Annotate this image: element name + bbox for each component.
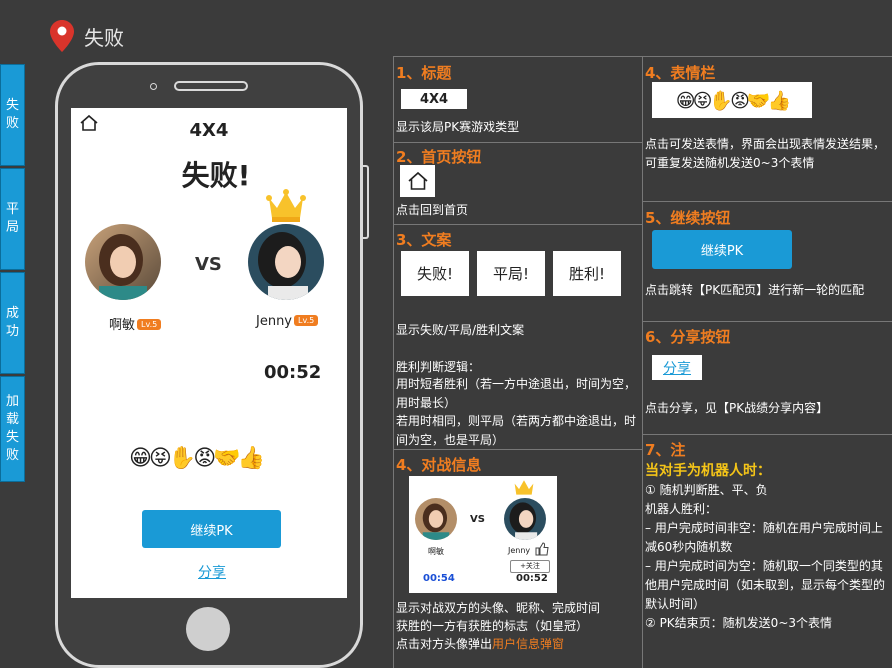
tab-load-fail[interactable]: 加载失败 xyxy=(0,376,25,482)
note7-line: 机器人胜利： xyxy=(645,502,718,516)
player2-avatar[interactable] xyxy=(248,224,324,300)
grid-line xyxy=(642,434,892,435)
phone-side-button xyxy=(362,165,369,239)
grid-line xyxy=(393,56,892,57)
note7-line: – 用户完成时间非空：随机在用户完成时间上减60秒内随机数 xyxy=(645,521,883,554)
note3-logic-rule1: 用时短者胜利（若一方中途退出，时间为空，用时最长） xyxy=(396,377,637,410)
vs-label: VS xyxy=(195,254,222,275)
note3-desc: 显示失败/平局/胜利文案 xyxy=(396,323,525,337)
note4-battle-thumbnail: VS 啊敏 Jenny +关注 00:54 00:52 xyxy=(409,476,557,593)
grid-line xyxy=(642,201,892,202)
note6-title: 6、分享按钮 xyxy=(645,328,731,346)
tab-draw[interactable]: 平局 xyxy=(0,168,25,270)
note5-title: 5、继续按钮 xyxy=(645,209,731,227)
note1-title: 1、标题 xyxy=(396,64,452,82)
phone-camera xyxy=(150,83,157,90)
state-tabs: 失败 平局 成功 加载失败 xyxy=(0,64,27,484)
note3-label-win: 胜利! xyxy=(553,251,621,296)
note7-subtitle: 当对手为机器人时： xyxy=(645,463,771,479)
note7-line: – 用户完成时间为空：随机取一个同类型的其他用户完成时间（如未取到，显示每个类型… xyxy=(645,559,886,611)
note2-home-sample xyxy=(400,165,435,197)
share-link[interactable]: 分享 xyxy=(71,562,353,582)
crown-icon xyxy=(514,480,534,495)
result-text: 失败! xyxy=(181,159,251,192)
crown-icon xyxy=(266,189,306,222)
note2-desc: 点击回到首页 xyxy=(396,203,469,217)
note4-battle-desc2: 获胜的一方有获胜的标志（如皇冠） xyxy=(396,619,589,633)
grid-line xyxy=(393,224,643,225)
thumb-vs: VS xyxy=(470,514,485,525)
grid-line xyxy=(642,321,892,322)
player1-name: 啊敏 Lv.5 xyxy=(109,314,162,333)
tab-fail[interactable]: 失败 xyxy=(0,64,25,166)
phone-screen: 4X4 失败! VS 啊敏 Lv.5 Jenny Lv.5 00:52 😁😝✋😡🤝👍… xyxy=(71,108,347,598)
game-mode-title: 4X4 xyxy=(189,120,229,141)
completion-time: 00:52 xyxy=(264,362,322,383)
location-pin-icon xyxy=(50,20,74,52)
page-title: 失败 xyxy=(84,26,124,50)
note4-battle-title: 4、对战信息 xyxy=(396,456,482,474)
note4-emoji-desc: 点击可发送表情，界面会出现表情发送结果，可重复发送随机发送0~3个表情 xyxy=(645,137,886,170)
grid-line xyxy=(393,142,643,143)
note5-desc: 点击跳转【PK匹配页】进行新一轮的匹配 xyxy=(645,283,865,297)
note4-battle-desc1: 显示对战双方的头像、昵称、完成时间 xyxy=(396,601,601,615)
phone-home-button[interactable] xyxy=(186,607,230,651)
note4-emoji-sample: 😁😝✋😡🤝👍 xyxy=(652,82,812,118)
level-badge: Lv.5 xyxy=(294,315,319,326)
player2-name: Jenny Lv.5 xyxy=(256,314,319,329)
grid-line xyxy=(393,56,394,668)
thumb-follow-button: +关注 xyxy=(510,560,550,573)
note7-title: 7、注 xyxy=(645,441,686,459)
note7-line: ② PK结束页：随机发送0~3个表情 xyxy=(645,616,833,630)
note3-title: 3、文案 xyxy=(396,231,452,249)
note4-battle-desc3: 点击对方头像弹出用户信息弹窗 xyxy=(396,637,565,651)
thumb-time-2: 00:52 xyxy=(516,573,548,584)
thumb-avatar-1 xyxy=(415,498,457,540)
thumb-avatar-2 xyxy=(504,498,546,540)
thumbs-up-icon xyxy=(535,542,549,556)
note6-desc: 点击分享，见【PK战绩分享内容】 xyxy=(645,401,829,415)
player1-avatar[interactable] xyxy=(85,224,161,300)
note4-emoji-title: 4、表情栏 xyxy=(645,64,716,82)
note6-share-sample: 分享 xyxy=(652,355,702,380)
note7-body: ① 随机判断胜、平、负 机器人胜利： – 用户完成时间非空：随机在用户完成时间上… xyxy=(645,481,887,633)
note1-desc: 显示该局PK赛游戏类型 xyxy=(396,120,520,134)
note3-logic-rule2: 若用时相同，则平局（若两方都中途退出，时间为空，也是平局） xyxy=(396,414,637,447)
thumb-name-1: 啊敏 xyxy=(428,547,444,556)
note5-continue-sample: 继续PK xyxy=(652,230,792,269)
user-info-popup-link[interactable]: 用户信息弹窗 xyxy=(492,637,564,651)
note3-label-draw: 平局! xyxy=(477,251,545,296)
grid-line xyxy=(642,56,643,668)
thumb-time-1: 00:54 xyxy=(423,573,455,584)
note7-line: ① 随机判断胜、平、负 xyxy=(645,483,768,497)
thumb-name-2: Jenny xyxy=(508,546,531,555)
note3-label-fail: 失败! xyxy=(401,251,469,296)
tab-success[interactable]: 成功 xyxy=(0,272,25,374)
note2-title: 2、首页按钮 xyxy=(396,148,482,166)
level-badge: Lv.5 xyxy=(137,319,162,330)
phone-speaker xyxy=(174,81,248,91)
home-icon xyxy=(407,171,428,190)
emoji-bar[interactable]: 😁😝✋😡🤝👍 xyxy=(129,446,265,471)
note1-sample-title: 4X4 xyxy=(401,89,467,109)
continue-pk-button[interactable]: 继续PK xyxy=(142,510,281,548)
